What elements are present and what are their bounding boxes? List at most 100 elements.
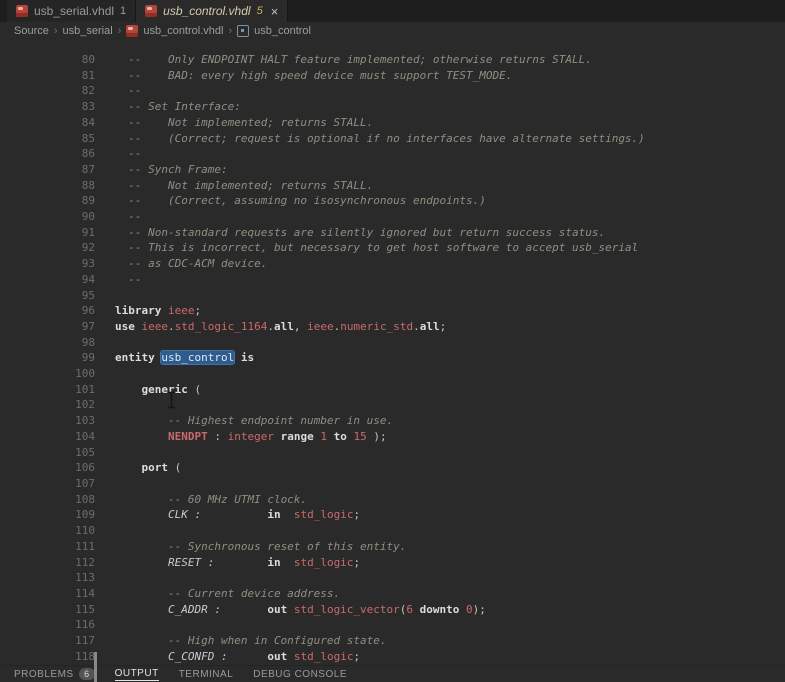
code-line[interactable]: 83 -- Set Interface: — [12, 99, 785, 115]
code-line-text: -- High when in Configured state. — [115, 634, 387, 648]
code-line[interactable]: 117 -- High when in Configured state. — [12, 633, 785, 649]
problems-count-badge: 6 — [78, 668, 95, 680]
code-line[interactable]: 85 -- (Correct; request is optional if n… — [12, 131, 785, 147]
line-number[interactable]: 82 — [12, 83, 95, 99]
breadcrumb-item-source[interactable]: Source — [14, 25, 49, 37]
line-number[interactable]: 104 — [12, 429, 95, 445]
line-number[interactable]: 88 — [12, 178, 95, 194]
code-line[interactable]: 97 use ieee.std_logic_1164.all, ieee.nume… — [12, 319, 785, 335]
code-line[interactable]: 102 — [12, 397, 785, 413]
line-number[interactable]: 106 — [12, 460, 95, 476]
line-number[interactable]: 111 — [12, 539, 95, 555]
line-number[interactable]: 107 — [12, 476, 95, 492]
code-line-text: C_CONFD : out std_logic; — [167, 649, 361, 663]
close-icon[interactable]: × — [271, 5, 279, 18]
code-line[interactable]: 113 — [12, 570, 785, 586]
code-line[interactable]: 101 generic ( — [12, 382, 785, 398]
line-number[interactable]: 109 — [12, 507, 95, 523]
code-line[interactable]: 93 -- as CDC-ACM device. — [12, 256, 785, 272]
code-line[interactable]: 109 CLK : in std_logic; — [12, 507, 785, 523]
line-number[interactable]: 84 — [12, 115, 95, 131]
code-line[interactable]: 82 -- — [12, 83, 785, 99]
tab-usb-serial[interactable]: usb_serial.vhdl 1 — [7, 0, 137, 22]
code-line[interactable]: 99 entity usb_control is — [12, 350, 785, 366]
code-line[interactable]: 80 -- Only ENDPOINT HALT feature impleme… — [12, 52, 785, 68]
code-line[interactable]: 106 port ( — [12, 460, 785, 476]
breadcrumb-item-symbol[interactable]: usb_control — [254, 25, 311, 37]
code-line-text: -- as CDC-ACM device. — [115, 257, 268, 271]
line-number[interactable]: 115 — [12, 602, 95, 618]
line-number[interactable]: 112 — [12, 555, 95, 571]
line-number[interactable]: 98 — [12, 335, 95, 351]
line-number[interactable]: 116 — [12, 617, 95, 633]
code-line[interactable]: 118 C_CONFD : out std_logic; — [12, 649, 785, 665]
line-number[interactable]: 108 — [12, 492, 95, 508]
code-line-text: C_ADDR : out std_logic_vector(6 downto 0… — [167, 602, 486, 616]
line-number[interactable]: 83 — [12, 99, 95, 115]
code-line[interactable]: 95 — [12, 288, 785, 304]
line-number[interactable]: 94 — [12, 272, 95, 288]
code-line[interactable]: 98 — [12, 335, 785, 351]
line-number[interactable]: 114 — [12, 586, 95, 602]
code-line[interactable]: 90 -- — [12, 209, 785, 225]
line-number[interactable]: 102 — [12, 397, 95, 413]
code-line[interactable]: 87 -- Synch Frame: — [12, 162, 785, 178]
line-number[interactable]: 117 — [12, 633, 95, 649]
line-number[interactable]: 99 — [12, 350, 95, 366]
code-line[interactable]: 86 -- — [12, 146, 785, 162]
code-line-text: -- — [115, 147, 142, 161]
line-number[interactable]: 90 — [12, 209, 95, 225]
code-line[interactable]: 89 -- (Correct, assuming no isosynchrono… — [12, 193, 785, 209]
line-number[interactable]: 103 — [12, 413, 95, 429]
line-number[interactable]: 85 — [12, 131, 95, 147]
code-line[interactable]: 92 -- This is incorrect, but necessary t… — [12, 240, 785, 256]
line-number[interactable]: 87 — [12, 162, 95, 178]
line-number[interactable]: 86 — [12, 146, 95, 162]
line-number[interactable]: 91 — [12, 225, 95, 241]
code-line-text: -- Synchronous reset of this entity. — [115, 539, 407, 553]
line-number[interactable]: 105 — [12, 445, 95, 461]
code-line[interactable]: 100 — [12, 366, 785, 382]
line-number[interactable]: 110 — [12, 523, 95, 539]
code-line[interactable]: 116 — [12, 617, 785, 633]
code-line[interactable]: 112 RESET : in std_logic; — [12, 555, 785, 571]
code-line[interactable]: 91 -- Non-standard requests are silently… — [12, 225, 785, 241]
breadcrumb-item-usb-serial[interactable]: usb_serial — [63, 25, 113, 37]
line-number[interactable]: 92 — [12, 240, 95, 256]
line-number[interactable]: 97 — [12, 319, 95, 335]
code-line[interactable]: 107 — [12, 476, 785, 492]
line-number[interactable]: 89 — [12, 193, 95, 209]
code-line[interactable]: 114 -- Current device address. — [12, 586, 785, 602]
line-number[interactable]: 95 — [12, 288, 95, 304]
line-number[interactable]: 113 — [12, 570, 95, 586]
breadcrumb-item-file[interactable]: usb_control.vhdl — [143, 25, 223, 37]
code-line[interactable]: 103 -- Highest endpoint number in use. — [12, 413, 785, 429]
code-line[interactable]: 84 -- Not implemented; returns STALL. — [12, 115, 785, 131]
line-number[interactable]: 96 — [12, 303, 95, 319]
panel-tab-label: OUTPUT — [114, 667, 159, 681]
line-number[interactable]: 100 — [12, 366, 95, 382]
code-editor[interactable]: 80 -- Only ENDPOINT HALT feature impleme… — [0, 40, 785, 665]
line-number[interactable]: 81 — [12, 68, 95, 84]
line-number[interactable]: 80 — [12, 52, 95, 68]
code-line[interactable]: 104 NENDPT : integer range 1 to 15 ); — [12, 429, 785, 445]
line-number[interactable]: 118 — [12, 649, 95, 665]
panel-tab-output[interactable]: OUTPUT — [114, 666, 159, 682]
panel-tab-problems[interactable]: PROBLEMS 6 — [14, 666, 95, 682]
code-line[interactable]: 111 -- Synchronous reset of this entity. — [12, 539, 785, 555]
line-number[interactable]: 101 — [12, 382, 95, 398]
panel-tab-terminal[interactable]: TERMINAL — [179, 666, 234, 682]
code-line[interactable]: 115 C_ADDR : out std_logic_vector(6 down… — [12, 602, 785, 618]
code-line[interactable]: 94 -- — [12, 272, 785, 288]
code-line[interactable]: 110 — [12, 523, 785, 539]
tab-usb-control[interactable]: usb_control.vhdl 5 × — [136, 0, 289, 22]
code-line[interactable]: 81 -- BAD: every high speed device must … — [12, 68, 785, 84]
code-line[interactable]: 108 -- 60 MHz UTMI clock. — [12, 492, 785, 508]
code-line[interactable]: 96 library ieee; — [12, 303, 785, 319]
chevron-right-icon: › — [53, 25, 58, 37]
scrollbar-thumb[interactable] — [94, 652, 97, 682]
code-line[interactable]: 88 -- Not implemented; returns STALL. — [12, 178, 785, 194]
line-number[interactable]: 93 — [12, 256, 95, 272]
code-line[interactable]: 105 — [12, 445, 785, 461]
panel-tab-debug-console[interactable]: DEBUG CONSOLE — [253, 666, 347, 682]
